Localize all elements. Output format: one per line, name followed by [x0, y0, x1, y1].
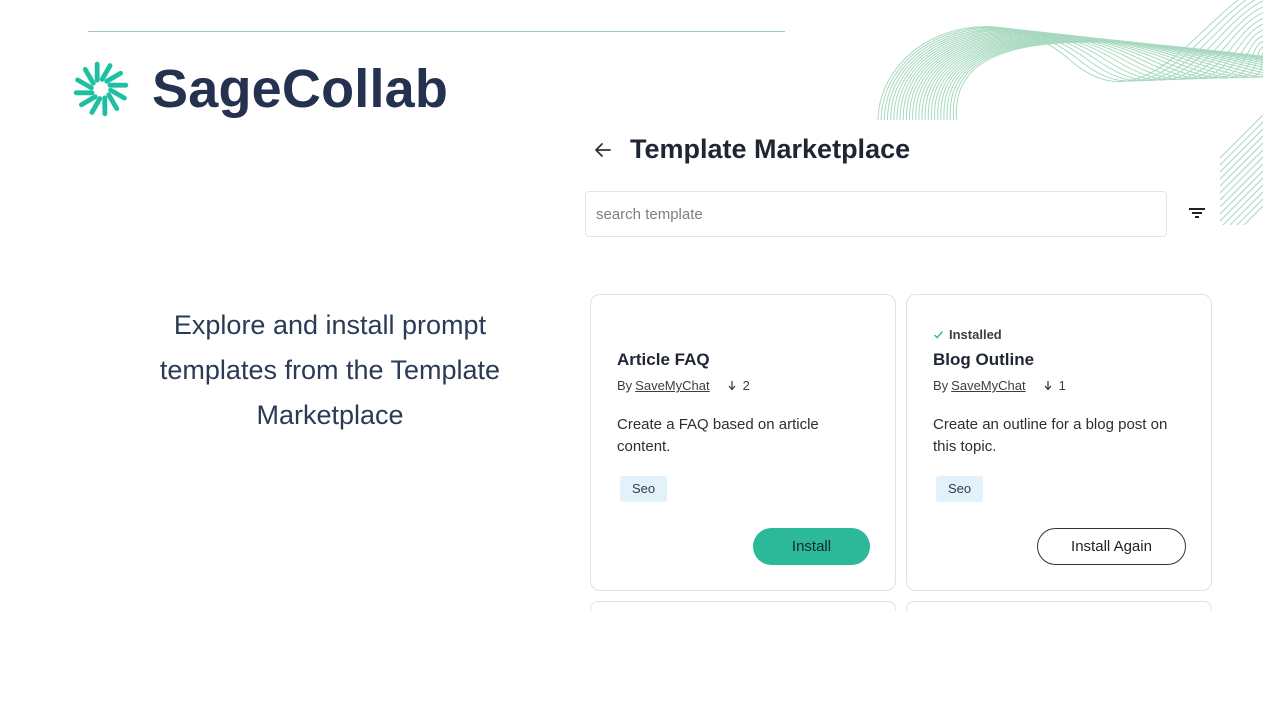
search-input[interactable]: [585, 191, 1167, 237]
author-link[interactable]: SaveMyChat: [635, 378, 709, 393]
tagline: Explore and install prompt templates fro…: [159, 310, 501, 430]
card-description: Create a FAQ based on article content.: [617, 416, 819, 455]
brand: SageCollab: [72, 58, 448, 120]
marketplace-header: Template Marketplace: [592, 134, 910, 165]
download-arrow-icon: [728, 381, 736, 391]
filter-icon[interactable]: [1188, 206, 1206, 220]
installed-status: Installed: [933, 327, 1002, 342]
page-title: Template Marketplace: [630, 134, 911, 164]
template-marketplace-panel: Template Marketplace Article FAQ By Save…: [572, 120, 1220, 611]
download-arrow-icon: [1044, 381, 1052, 391]
card-title: Article FAQ: [617, 350, 710, 369]
top-divider: [88, 31, 785, 32]
download-count: 1: [1058, 378, 1066, 393]
tag-badge: Seo: [936, 476, 984, 502]
install-again-button[interactable]: Install Again: [1037, 528, 1186, 565]
card-meta: By SaveMyChat 1: [933, 378, 1066, 393]
template-card-article-faq: Article FAQ By SaveMyChat 2 Create a FAQ…: [590, 294, 896, 591]
arrow-left-icon[interactable]: [592, 139, 614, 161]
check-icon: [934, 331, 944, 339]
card-description: Create an outline for a blog post on thi…: [933, 416, 1168, 455]
brand-name: SageCollab: [152, 59, 449, 119]
tag-badge: Seo: [620, 476, 668, 502]
by-label: By: [617, 378, 633, 393]
download-count: 2: [742, 378, 750, 393]
next-card-edge: [906, 601, 1212, 611]
sunburst-logo-icon: [73, 61, 129, 117]
installed-label: Installed: [949, 327, 1002, 342]
template-card-blog-outline: Installed Blog Outline By SaveMyChat 1 C…: [906, 294, 1212, 591]
install-button[interactable]: Install: [753, 528, 870, 565]
author-link[interactable]: SaveMyChat: [951, 378, 1025, 393]
card-meta: By SaveMyChat 2: [617, 378, 750, 393]
by-label: By: [933, 378, 949, 393]
next-card-edge: [590, 601, 896, 611]
card-title: Blog Outline: [933, 350, 1035, 369]
